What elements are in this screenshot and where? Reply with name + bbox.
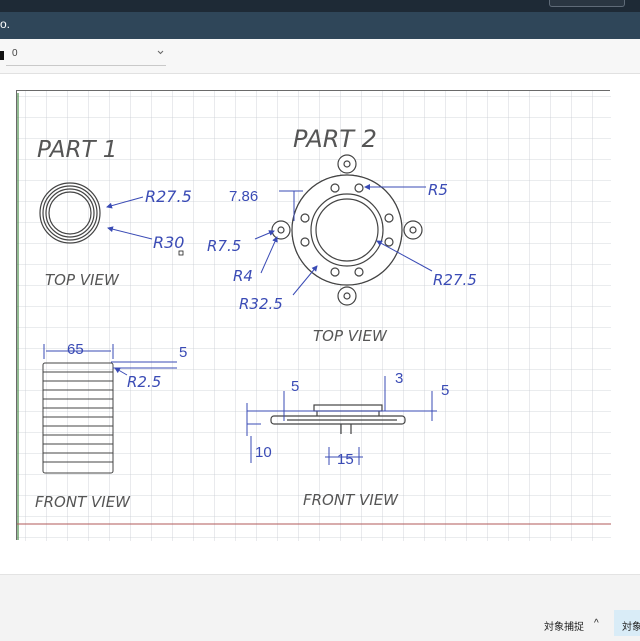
part1-top-view-label: TOP VIEW	[45, 271, 120, 289]
part2-dim-offset: 7.86	[229, 188, 258, 205]
drawing-sheet[interactable]: PART 1 R27.5 R30 TOP VIEW 65 5 R2.5 FRON…	[16, 90, 611, 541]
top-bar-button[interactable]	[549, 0, 625, 7]
part2-dim-r-hole: R5	[428, 181, 448, 199]
part1-title: PART 1	[37, 137, 117, 163]
part1-dim-fillet: R2.5	[127, 373, 161, 391]
chevron-up-icon[interactable]: ^	[594, 618, 599, 629]
part2-dim-base: 10	[255, 444, 272, 461]
part2-dim-r-outer: R32.5	[239, 295, 283, 313]
part1-dim-pitch: 5	[179, 344, 187, 361]
part2-dim-r-tab: R7.5	[207, 237, 241, 255]
object-snap-label[interactable]: 対象捕捉	[544, 618, 584, 633]
title-bar	[0, 12, 640, 39]
layer-dropdown[interactable]: 0	[6, 45, 166, 66]
part2-top-view-label: TOP VIEW	[313, 327, 388, 345]
part2-dim-thick-right: 5	[441, 382, 449, 399]
part2-dim-thick-left: 5	[291, 378, 299, 395]
layer-color-swatch	[0, 51, 4, 60]
part1-dim-width: 65	[67, 341, 84, 358]
layer-dropdown-value: 0	[12, 48, 18, 59]
part1-dim-r-inner: R27.5	[145, 187, 192, 206]
part1-dim-r-outer: R30	[153, 233, 184, 252]
os-top-bar	[0, 0, 640, 12]
part2-dim-thick-top: 3	[395, 370, 403, 387]
part1-front-view-label: FRONT VIEW	[35, 493, 131, 511]
window-title: o.	[0, 17, 11, 31]
part2-front-view-label: FRONT VIEW	[303, 491, 399, 509]
object-snap-active-label: 対象	[622, 622, 640, 633]
chevron-down-icon	[157, 50, 164, 55]
part2-dim-r-small: R4	[233, 267, 253, 285]
part2-title: PART 2	[293, 125, 377, 153]
part2-dim-r-ring: R27.5	[433, 271, 477, 289]
part2-dim-hub: 15	[337, 451, 354, 468]
